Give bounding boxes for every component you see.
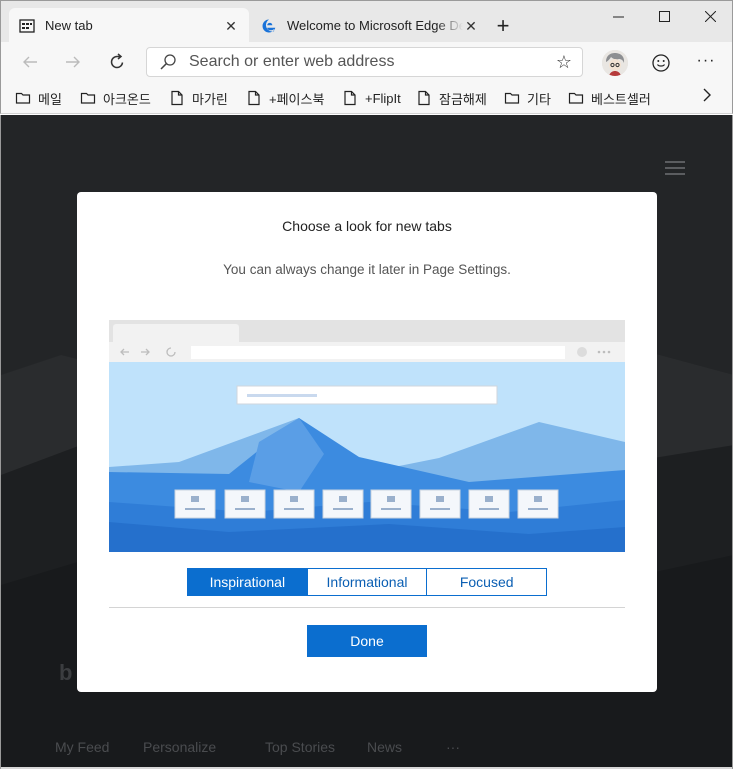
favorites-overflow-chevron-icon[interactable] (698, 88, 716, 108)
profile-picture-icon (602, 50, 628, 76)
feed-tab-my-feed[interactable]: My Feed (55, 739, 109, 755)
favorite-label: +페이스북 (269, 91, 325, 107)
navigation-toolbar: ☆ ··· (0, 42, 733, 82)
favorite-item[interactable]: 아크온드 (80, 88, 151, 108)
tab-strip: New tab ✕ Welcome to Microsoft Edge Dev … (0, 0, 733, 43)
profile-avatar[interactable] (602, 50, 628, 76)
new-tab-layout-dialog: Choose a look for new tabs You can alway… (77, 192, 657, 692)
refresh-icon (110, 53, 124, 69)
feed-navigation: My Feed Personalize Top Stories News ··· (1, 727, 732, 769)
feed-more-button[interactable]: ··· (446, 739, 460, 755)
refresh-button[interactable] (103, 48, 131, 76)
tab-title: New tab (45, 18, 93, 33)
feed-tab-personalize[interactable]: Personalize (143, 739, 216, 755)
favorite-item[interactable]: 메일 (15, 88, 62, 108)
edge-logo-icon (262, 19, 276, 32)
folder-icon (568, 92, 584, 104)
preview-toolbar (109, 342, 625, 362)
settings-more-button[interactable]: ··· (693, 50, 719, 76)
folder-icon (504, 92, 520, 104)
dialog-subtitle: You can always change it later in Page S… (223, 262, 511, 277)
page-menu-icon[interactable] (665, 161, 685, 175)
tab-new-tab[interactable]: New tab ✕ (9, 8, 249, 43)
bing-logo-icon: b (59, 660, 73, 685)
page-icon (344, 90, 356, 106)
favorite-item[interactable]: 마가린 (169, 88, 228, 108)
maximize-button[interactable] (641, 1, 687, 31)
new-tab-button[interactable]: + (491, 15, 515, 39)
favorite-star-icon[interactable]: ☆ (554, 52, 574, 72)
folder-icon (15, 92, 31, 104)
feed-tab-news[interactable]: News (367, 739, 402, 755)
option-inspirational[interactable]: Inspirational (187, 568, 308, 596)
folder-icon (80, 92, 96, 104)
page-icon (248, 90, 260, 106)
forward-arrow-icon (66, 56, 80, 68)
back-arrow-icon (23, 56, 37, 68)
preview-address-bar (191, 346, 565, 359)
minimize-icon (612, 16, 624, 17)
close-window-button[interactable] (687, 1, 733, 31)
favorite-item[interactable]: 기타 (504, 88, 551, 108)
feedback-button[interactable] (648, 50, 674, 76)
smiley-icon (652, 54, 670, 72)
layout-preview-image (109, 320, 625, 552)
search-icon (160, 54, 176, 70)
done-button[interactable]: Done (307, 625, 427, 657)
feed-tab-top-stories[interactable]: Top Stories (265, 739, 335, 755)
dialog-divider (109, 607, 625, 608)
favorite-item[interactable]: +FlipIt (342, 88, 401, 108)
favorite-item[interactable]: 잠금해제 (416, 88, 487, 108)
back-button[interactable] (16, 48, 44, 76)
tab-close-icon[interactable]: ✕ (463, 18, 479, 34)
maximize-icon (658, 10, 670, 22)
favorite-item[interactable]: +페이스북 (246, 88, 324, 108)
address-input[interactable] (189, 53, 554, 71)
favorite-label: 잠금해제 (439, 91, 487, 107)
tab-welcome[interactable]: Welcome to Microsoft Edge Dev ✕ (251, 8, 489, 43)
favorite-label: +FlipIt (365, 90, 401, 106)
favorite-label: 베스트셀러 (591, 91, 651, 107)
favorite-item[interactable]: 베스트셀러 (568, 88, 651, 108)
new-tab-page-icon (19, 18, 35, 33)
layout-option-group: Inspirational Informational Focused (187, 568, 548, 596)
preview-mountain-artwork (109, 362, 625, 552)
preview-tab (113, 324, 239, 342)
favorite-label: 아크온드 (103, 91, 151, 107)
page-icon (171, 90, 183, 106)
minimize-button[interactable] (595, 1, 641, 31)
favorite-label: 기타 (527, 91, 551, 107)
tab-close-icon[interactable]: ✕ (223, 18, 239, 34)
dialog-title: Choose a look for new tabs (282, 218, 452, 234)
close-icon (704, 10, 716, 22)
address-bar[interactable]: ☆ (146, 47, 583, 77)
preview-menu-icons (577, 347, 611, 357)
tab-title: Welcome to Microsoft Edge Dev (287, 18, 463, 33)
favorites-bar: 메일 아크온드 마가린 +페이스북 +FlipIt 잠금해제 기타 베스트셀러 (0, 82, 733, 114)
preview-nav-icons (120, 347, 176, 357)
favorite-label: 메일 (38, 91, 62, 107)
page-icon (418, 90, 430, 106)
favorite-label: 마가린 (192, 91, 228, 107)
option-focused[interactable]: Focused (427, 568, 548, 596)
option-informational[interactable]: Informational (307, 568, 428, 596)
forward-button[interactable] (59, 48, 87, 76)
